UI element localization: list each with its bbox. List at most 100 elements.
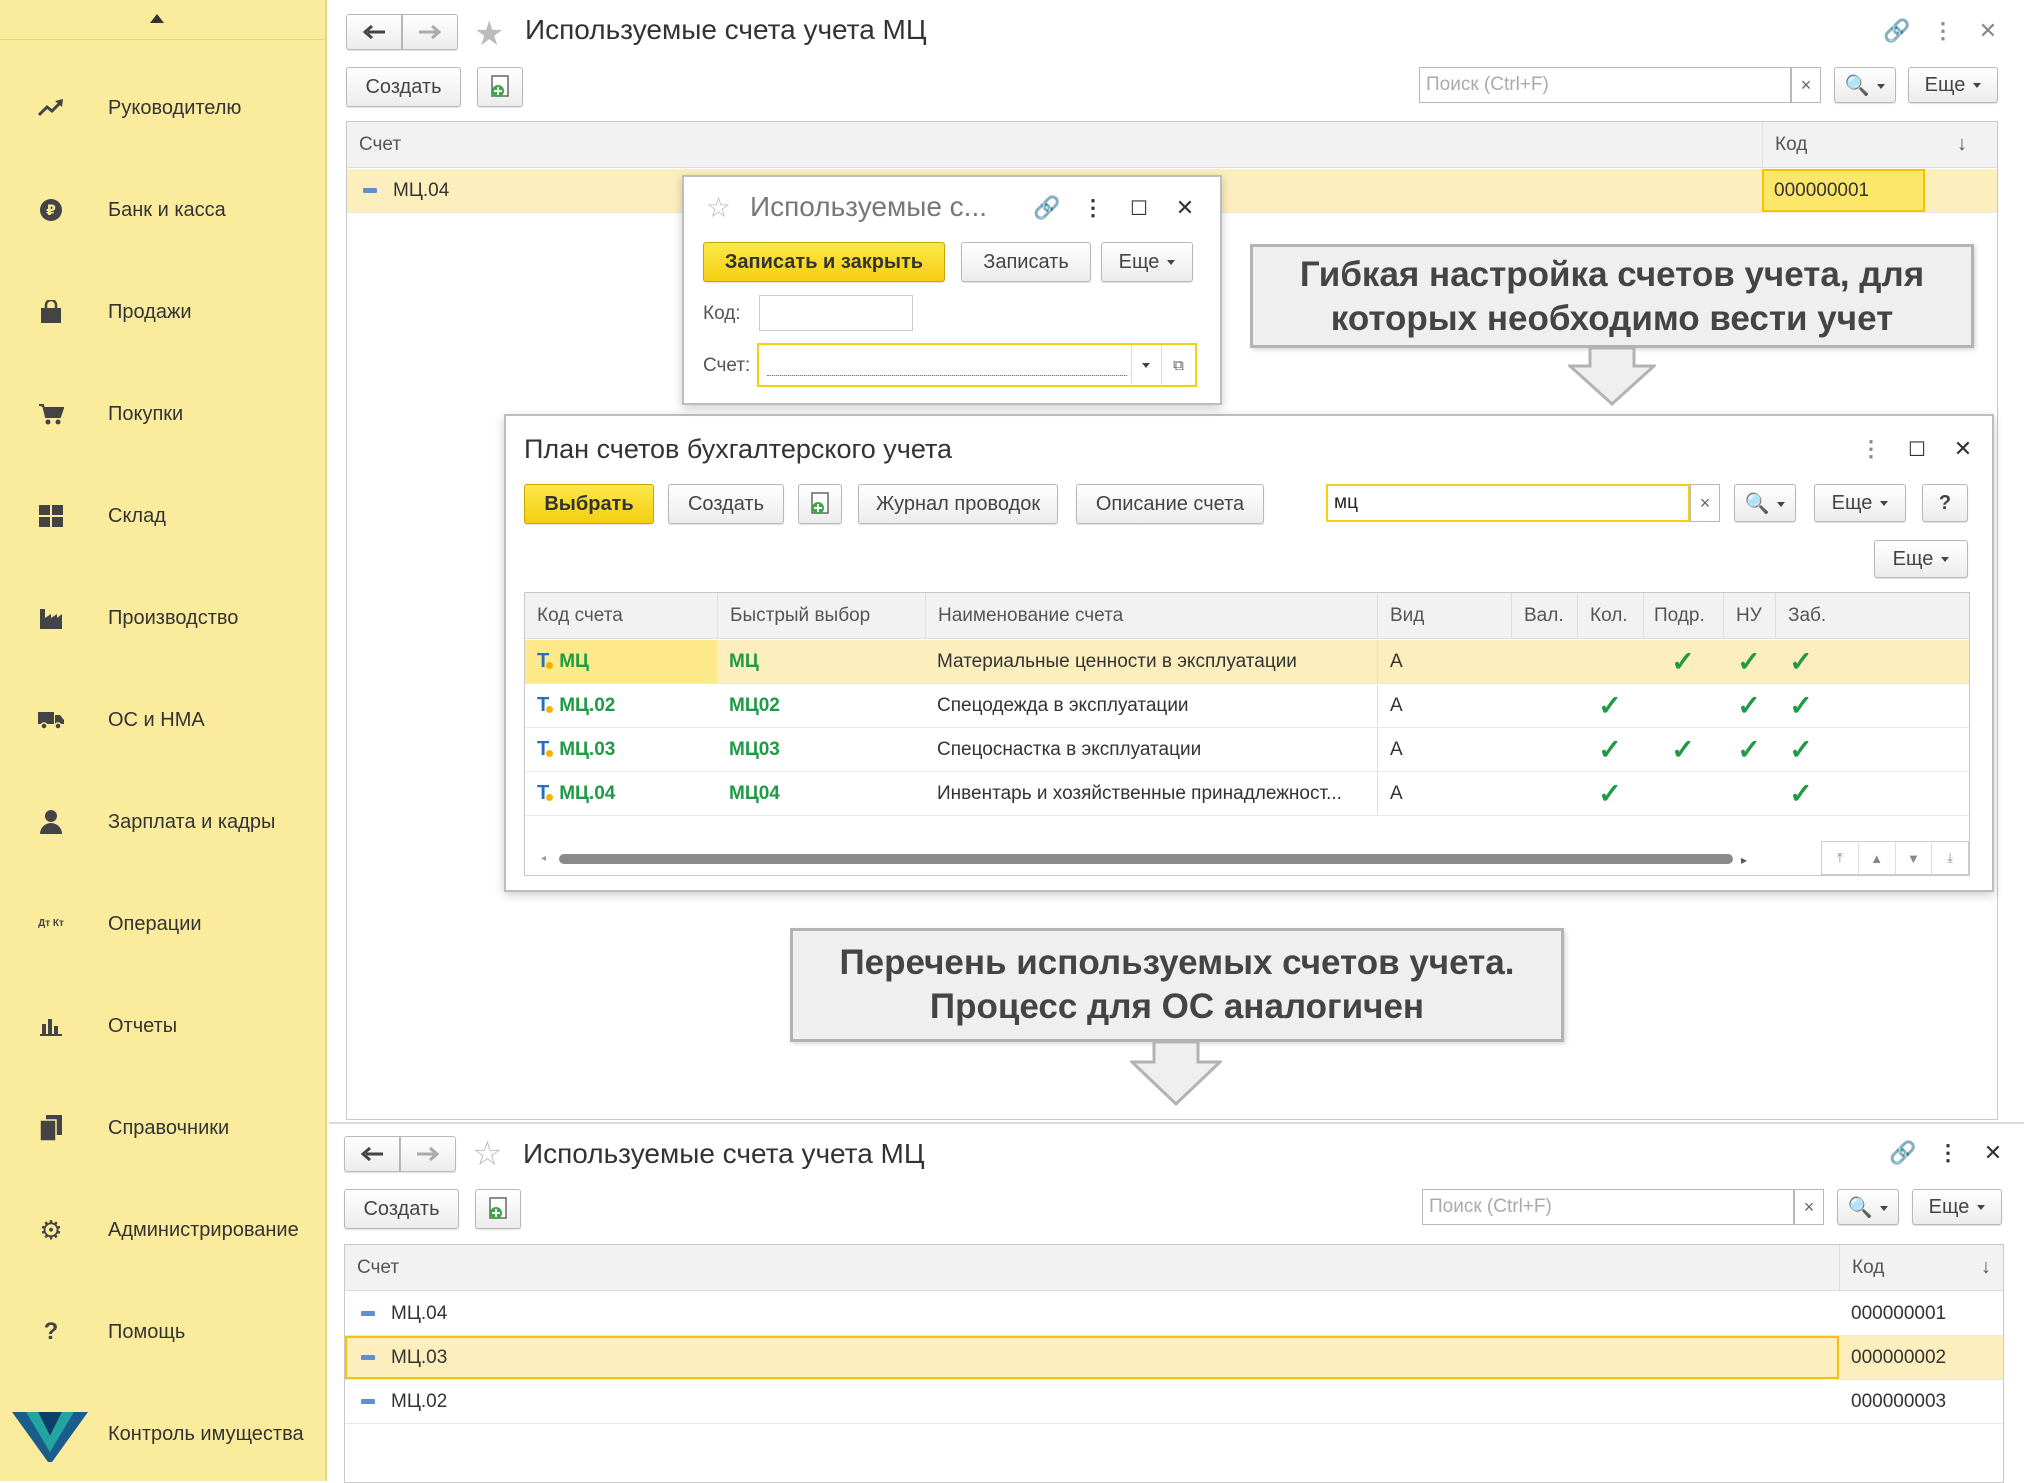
check-cell-kol[interactable]: ✓ [1577, 728, 1643, 771]
more-menu-icon[interactable]: ⋮ [1076, 191, 1110, 225]
sidebar-item-purchases[interactable]: Покупки [0, 379, 327, 449]
column-header-code[interactable]: Код [1839, 1245, 1989, 1290]
clear-search-button[interactable]: × [1690, 484, 1720, 522]
check-cell-podr[interactable] [1643, 684, 1723, 727]
search-input[interactable]: мц [1326, 484, 1690, 522]
open-icon[interactable]: ⧉ [1161, 345, 1195, 385]
column-header-division[interactable]: Подр. [1643, 593, 1723, 638]
table-more-button[interactable]: Еще [1874, 540, 1968, 578]
more-menu-icon[interactable]: ⋮ [1931, 1136, 1965, 1170]
close-icon[interactable]: ✕ [1946, 432, 1980, 466]
column-header-account[interactable]: Счет [359, 122, 401, 167]
column-header-kind[interactable]: Вид [1377, 593, 1511, 638]
link-icon[interactable]: 🔗 [1886, 1136, 1920, 1170]
copy-button[interactable] [798, 484, 842, 524]
clear-search-button[interactable]: × [1791, 67, 1821, 103]
close-icon[interactable]: ✕ [1168, 191, 1202, 225]
check-cell-nu[interactable]: ✓ [1723, 640, 1775, 683]
check-cell-nu[interactable]: ✓ [1723, 684, 1775, 727]
sidebar-collapse-button[interactable] [0, 0, 327, 40]
column-header-code[interactable]: Код [1762, 122, 1912, 167]
save-and-close-button[interactable]: Записать и закрыть [703, 242, 945, 282]
table-row[interactable]: T МЦ.04 МЦ04 Инвентарь и хозяйственные прин… [525, 772, 1969, 816]
check-cell-zab[interactable]: ✓ [1775, 640, 1827, 683]
check-cell-nu[interactable]: ✓ [1723, 728, 1775, 771]
table-row[interactable]: МЦ.03 000000002 [345, 1336, 2003, 1380]
help-button[interactable]: ? [1922, 484, 1968, 522]
account-select[interactable]: ⧉ [757, 343, 1197, 387]
forward-button[interactable] [402, 14, 458, 50]
star-icon[interactable]: ★ [474, 14, 504, 54]
maximize-icon[interactable]: ☐ [1122, 191, 1156, 225]
check-cell-zab[interactable]: ✓ [1775, 772, 1827, 815]
sort-down-icon[interactable]: ↓ [1981, 1245, 1991, 1290]
sidebar-item-warehouse[interactable]: Склад [0, 481, 327, 551]
link-icon[interactable]: 🔗 [1030, 191, 1064, 225]
sidebar-item-help[interactable]: ? Помощь [0, 1297, 327, 1367]
copy-button[interactable] [477, 67, 523, 107]
back-button[interactable] [346, 14, 402, 50]
sidebar-item-bank[interactable]: ₽ Банк и касса [0, 175, 327, 245]
link-icon[interactable]: 🔗 [1880, 14, 1914, 48]
last-row-icon[interactable]: ⤓ [1932, 842, 1968, 874]
first-row-icon[interactable]: ⤒ [1822, 842, 1859, 874]
forward-button[interactable] [400, 1136, 456, 1172]
column-header-tax[interactable]: НУ [1723, 593, 1775, 638]
next-row-icon[interactable]: ▼ [1896, 842, 1933, 874]
search-button[interactable]: 🔍 [1834, 67, 1896, 103]
star-outline-icon[interactable]: ☆ [706, 191, 731, 224]
search-input[interactable]: Поиск (Ctrl+F) [1422, 1189, 1794, 1225]
sidebar-item-production[interactable]: Производство [0, 583, 327, 653]
table-row[interactable]: МЦ.04 000000001 [345, 1292, 2003, 1336]
clear-search-button[interactable]: × [1794, 1189, 1824, 1225]
sidebar-item-reports[interactable]: Отчеты [0, 991, 327, 1061]
create-button[interactable]: Создать [344, 1189, 459, 1229]
check-cell-kol[interactable]: ✓ [1577, 684, 1643, 727]
check-cell-zab[interactable]: ✓ [1775, 728, 1827, 771]
create-button[interactable]: Создать [346, 67, 461, 107]
check-cell-podr[interactable] [1643, 772, 1723, 815]
column-header-code[interactable]: Код счета [537, 593, 623, 638]
column-header-name[interactable]: Наименование счета [925, 593, 1377, 638]
more-button[interactable]: Еще [1908, 67, 1998, 103]
table-row[interactable]: T МЦ МЦ Материальные ценности в эксплуатаци… [525, 640, 1969, 684]
sidebar-item-fixed-assets[interactable]: ОС и НМА [0, 685, 327, 755]
search-button[interactable]: 🔍 [1837, 1189, 1899, 1225]
code-cell[interactable]: 000000001 [1762, 169, 1925, 212]
back-button[interactable] [344, 1136, 400, 1172]
search-input[interactable]: Поиск (Ctrl+F) [1419, 67, 1791, 103]
more-menu-icon[interactable]: ⋮ [1926, 14, 1960, 48]
column-header-offbalance[interactable]: Заб. [1775, 593, 1969, 638]
check-cell-kol[interactable] [1577, 640, 1643, 683]
save-button[interactable]: Записать [961, 242, 1091, 282]
table-row[interactable]: МЦ.02 000000003 [345, 1380, 2003, 1424]
column-header-quick[interactable]: Быстрый выбор [717, 593, 927, 638]
table-row[interactable]: T МЦ.02 МЦ02 Спецодежда в эксплуатации А ✓ ✓ ✓ [525, 684, 1969, 728]
code-input[interactable] [759, 295, 913, 331]
column-header-account[interactable]: Счет [357, 1245, 399, 1290]
check-cell-kol[interactable]: ✓ [1577, 772, 1643, 815]
account-description-button[interactable]: Описание счета [1076, 484, 1264, 524]
column-header-currency[interactable]: Вал. [1511, 593, 1577, 638]
search-button[interactable]: 🔍 [1734, 484, 1796, 522]
sidebar-item-admin[interactable]: ⚙ Администрирование [0, 1195, 327, 1265]
check-cell-podr[interactable]: ✓ [1643, 640, 1723, 683]
check-cell-podr[interactable]: ✓ [1643, 728, 1723, 771]
scrollbar-thumb[interactable] [559, 854, 1733, 864]
more-button[interactable]: Еще [1101, 242, 1193, 282]
create-button[interactable]: Создать [668, 484, 784, 524]
sidebar-item-operations[interactable]: Дт Кт Операции [0, 889, 327, 959]
sidebar-item-catalogs[interactable]: Справочники [0, 1093, 327, 1163]
sidebar-item-manager[interactable]: Руководителю [0, 73, 327, 143]
column-header-quantity[interactable]: Кол. [1577, 593, 1643, 638]
close-icon[interactable]: ✕ [1976, 1136, 2010, 1170]
more-button[interactable]: Еще [1912, 1189, 2002, 1225]
maximize-icon[interactable]: ☐ [1900, 432, 1934, 466]
close-icon[interactable]: ✕ [1971, 14, 2005, 48]
more-button[interactable]: Еще [1814, 484, 1906, 522]
select-button[interactable]: Выбрать [524, 484, 654, 524]
journal-button[interactable]: Журнал проводок [858, 484, 1058, 524]
more-menu-icon[interactable]: ⋮ [1854, 432, 1888, 466]
prev-row-icon[interactable]: ▲ [1859, 842, 1896, 874]
horizontal-scrollbar[interactable]: ◂ ▸ [541, 853, 1751, 867]
